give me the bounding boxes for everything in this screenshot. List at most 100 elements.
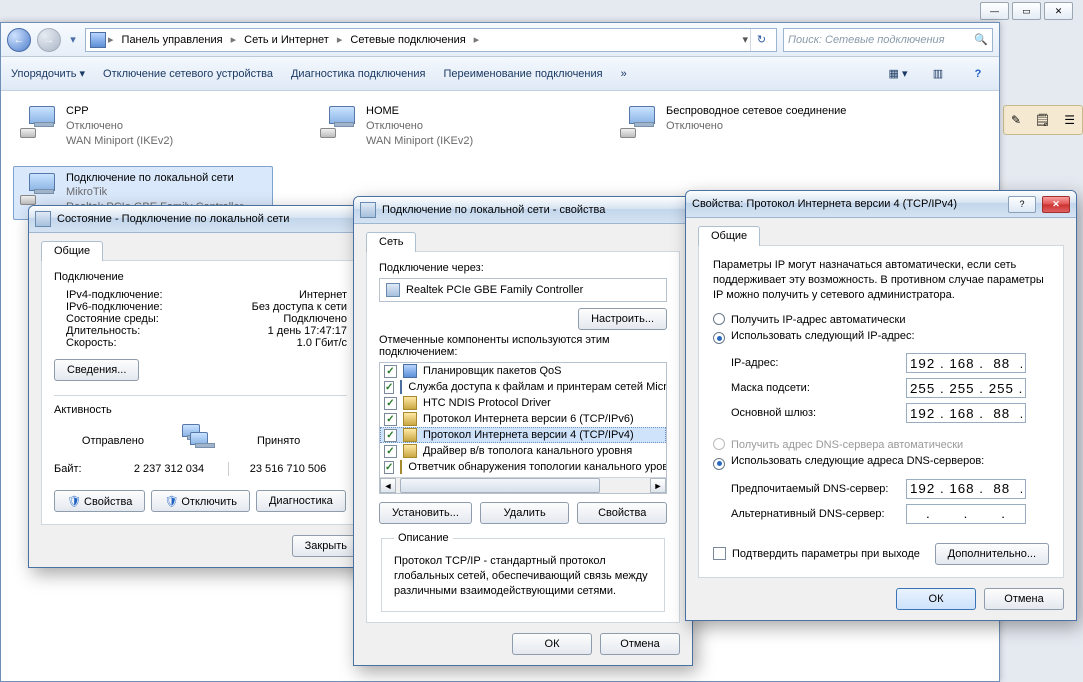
rename-cmd[interactable]: Переименование подключения xyxy=(443,68,602,80)
disable-button[interactable]: 🛡 Отключить xyxy=(151,490,250,512)
install-button[interactable]: Установить... xyxy=(379,502,472,524)
os-min-button[interactable]: — xyxy=(980,2,1009,20)
crumb-sep: ▸ xyxy=(108,33,114,46)
address-bar[interactable]: ▸ Панель управления ▸ Сеть и Интернет ▸ … xyxy=(85,28,777,52)
group-connection-title: Подключение xyxy=(54,271,347,283)
checkbox[interactable]: ✓ xyxy=(384,381,394,394)
ok-button[interactable]: ОК xyxy=(512,633,592,655)
radio-static-dns[interactable]: Использовать следующие адреса DNS-сервер… xyxy=(713,455,1049,470)
ip-address-field[interactable] xyxy=(906,353,1026,373)
checkbox[interactable]: ✓ xyxy=(384,365,397,378)
checkbox[interactable]: ✓ xyxy=(384,429,397,442)
shield-icon: 🛡 xyxy=(67,496,81,508)
search-icon: 🔍 xyxy=(974,33,988,46)
connection-home[interactable]: HOME Отключено WAN Miniport (IKEv2) xyxy=(313,99,573,154)
network-icon xyxy=(18,171,58,207)
more-cmds[interactable]: » xyxy=(621,68,627,80)
configure-button[interactable]: Настроить... xyxy=(578,308,667,330)
crumb-drop[interactable]: ▾ xyxy=(742,33,748,46)
properties-button[interactable]: 🛡 Свойства xyxy=(54,490,145,512)
validate-checkbox[interactable] xyxy=(713,547,726,560)
side-toolbar: ✎ 🗒 ☰ xyxy=(1003,105,1083,135)
nic-icon xyxy=(386,283,400,297)
diagnose-button[interactable]: Диагностика xyxy=(256,490,346,512)
radio-auto-dns: Получить адрес DNS-сервера автоматически xyxy=(713,438,1049,451)
radio-static-ip[interactable]: Использовать следующий IP-адрес: xyxy=(713,330,1049,345)
dns2-field[interactable] xyxy=(906,504,1026,524)
help-button[interactable]: ? xyxy=(967,63,989,85)
component-icon xyxy=(400,460,402,474)
components-list[interactable]: ✓Планировщик пакетов QoS ✓Служба доступа… xyxy=(379,362,667,494)
component-icon xyxy=(403,396,417,410)
close-button[interactable]: Закрыть xyxy=(292,535,360,557)
gateway-field[interactable] xyxy=(906,403,1026,423)
checkbox[interactable]: ✓ xyxy=(384,413,397,426)
network-icon xyxy=(318,104,358,140)
tab-network[interactable]: Сеть xyxy=(366,232,416,252)
note-icon[interactable]: 🗒 xyxy=(1035,113,1050,127)
group-activity-title: Активность xyxy=(54,404,347,416)
crumb-1[interactable]: Сеть и Интернет xyxy=(238,32,335,48)
command-bar: Упорядочить ▾ Отключение сетевого устрой… xyxy=(1,57,999,91)
component-icon xyxy=(403,364,417,378)
crumb-2[interactable]: Сетевые подключения xyxy=(344,32,471,48)
bytes-sent: 2 237 312 034 xyxy=(110,463,228,475)
crumb-0[interactable]: Панель управления xyxy=(116,32,229,48)
component-icon xyxy=(400,380,402,394)
search-box[interactable]: Поиск: Сетевые подключения 🔍 xyxy=(783,28,993,52)
forward-button[interactable]: → xyxy=(37,28,61,52)
activity-icon xyxy=(179,424,223,458)
advanced-button[interactable]: Дополнительно... xyxy=(935,543,1049,565)
os-max-button[interactable]: ▭ xyxy=(1012,2,1041,20)
details-button[interactable]: Сведения... xyxy=(54,359,139,381)
hscrollbar[interactable]: ◄► xyxy=(380,477,666,493)
disable-device-cmd[interactable]: Отключение сетевого устройства xyxy=(103,68,273,80)
nav-history-drop[interactable]: ▾ xyxy=(67,28,79,52)
dialog-title: Свойства: Протокол Интернета версии 4 (T… xyxy=(692,198,957,210)
pencil-icon[interactable]: ✎ xyxy=(1011,113,1021,127)
component-icon xyxy=(403,444,417,458)
organize-menu[interactable]: Упорядочить ▾ xyxy=(11,67,85,80)
description-text: Протокол TCP/IP - стандартный протокол г… xyxy=(394,554,652,599)
search-placeholder: Поиск: Сетевые подключения xyxy=(788,34,945,46)
help-titlebar-button[interactable]: ? xyxy=(1008,196,1036,213)
nic-icon xyxy=(35,211,51,227)
bytes-recv: 23 516 710 506 xyxy=(229,463,347,475)
view-mode-button[interactable]: ▦ ▾ xyxy=(887,63,909,85)
location-icon xyxy=(90,32,106,48)
ok-button[interactable]: ОК xyxy=(896,588,976,610)
connection-cpp[interactable]: CPP Отключено WAN Miniport (IKEv2) xyxy=(13,99,273,154)
ipv4-properties-dialog: Свойства: Протокол Интернета версии 4 (T… xyxy=(685,190,1077,621)
diagnose-cmd[interactable]: Диагностика подключения xyxy=(291,68,425,80)
tab-general[interactable]: Общие xyxy=(698,226,760,246)
dns1-field[interactable] xyxy=(906,479,1026,499)
checkbox[interactable]: ✓ xyxy=(384,461,394,474)
network-icon xyxy=(18,104,58,140)
connection-wireless[interactable]: Беспроводное сетевое соединение Отключен… xyxy=(613,99,873,154)
preview-pane-button[interactable]: ▥ xyxy=(927,63,949,85)
tab-general[interactable]: Общие xyxy=(41,241,103,261)
uninstall-button[interactable]: Удалить xyxy=(480,502,570,524)
back-button[interactable]: ← xyxy=(7,28,31,52)
adapter-field: Realtek PCIe GBE Family Controller xyxy=(379,278,667,302)
os-close-button[interactable]: ✕ xyxy=(1044,2,1073,20)
dialog-title: Подключение по локальной сети - свойства xyxy=(382,204,605,216)
nav-row: ← → ▾ ▸ Панель управления ▸ Сеть и Интер… xyxy=(1,23,999,57)
network-icon xyxy=(618,104,658,140)
component-icon xyxy=(403,428,417,442)
close-titlebar-button[interactable]: ✕ xyxy=(1042,196,1070,213)
dialog-title: Состояние - Подключение по локальной сет… xyxy=(57,213,289,225)
conn-name: CPP xyxy=(66,104,173,119)
bars-icon[interactable]: ☰ xyxy=(1064,113,1075,127)
subnet-mask-field[interactable] xyxy=(906,378,1026,398)
cancel-button[interactable]: Отмена xyxy=(600,633,680,655)
nic-icon xyxy=(360,202,376,218)
item-properties-button[interactable]: Свойства xyxy=(577,502,667,524)
refresh-button[interactable]: ↻ xyxy=(750,29,772,51)
status-dialog: Состояние - Подключение по локальной сет… xyxy=(28,205,373,568)
checkbox[interactable]: ✓ xyxy=(384,397,397,410)
checkbox[interactable]: ✓ xyxy=(384,445,397,458)
cancel-button[interactable]: Отмена xyxy=(984,588,1064,610)
selected-component: ✓Протокол Интернета версии 4 (TCP/IPv4) xyxy=(380,427,666,443)
radio-auto-ip[interactable]: Получить IP-адрес автоматически xyxy=(713,313,1049,326)
